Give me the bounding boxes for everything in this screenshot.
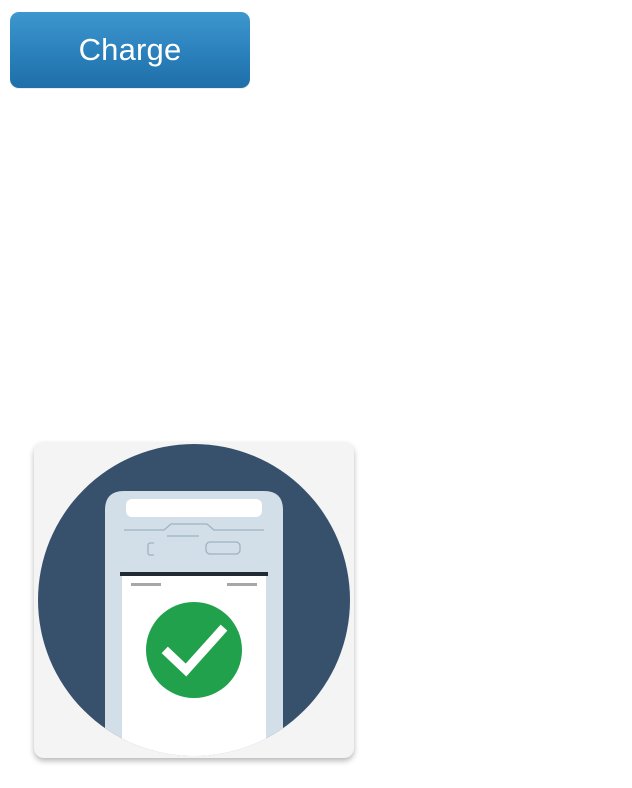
charge-button[interactable]: Charge: [10, 12, 250, 88]
success-circle: [146, 602, 242, 698]
receipt-line-right: [227, 583, 257, 586]
receipt-line-left: [131, 583, 161, 586]
screen-separator: [120, 572, 268, 576]
payment-terminal-success-icon: [38, 444, 350, 756]
page: Charge: [0, 0, 632, 788]
terminal-slot: [126, 499, 262, 517]
payment-success-illustration: [34, 442, 354, 758]
charge-button-label: Charge: [78, 32, 182, 67]
